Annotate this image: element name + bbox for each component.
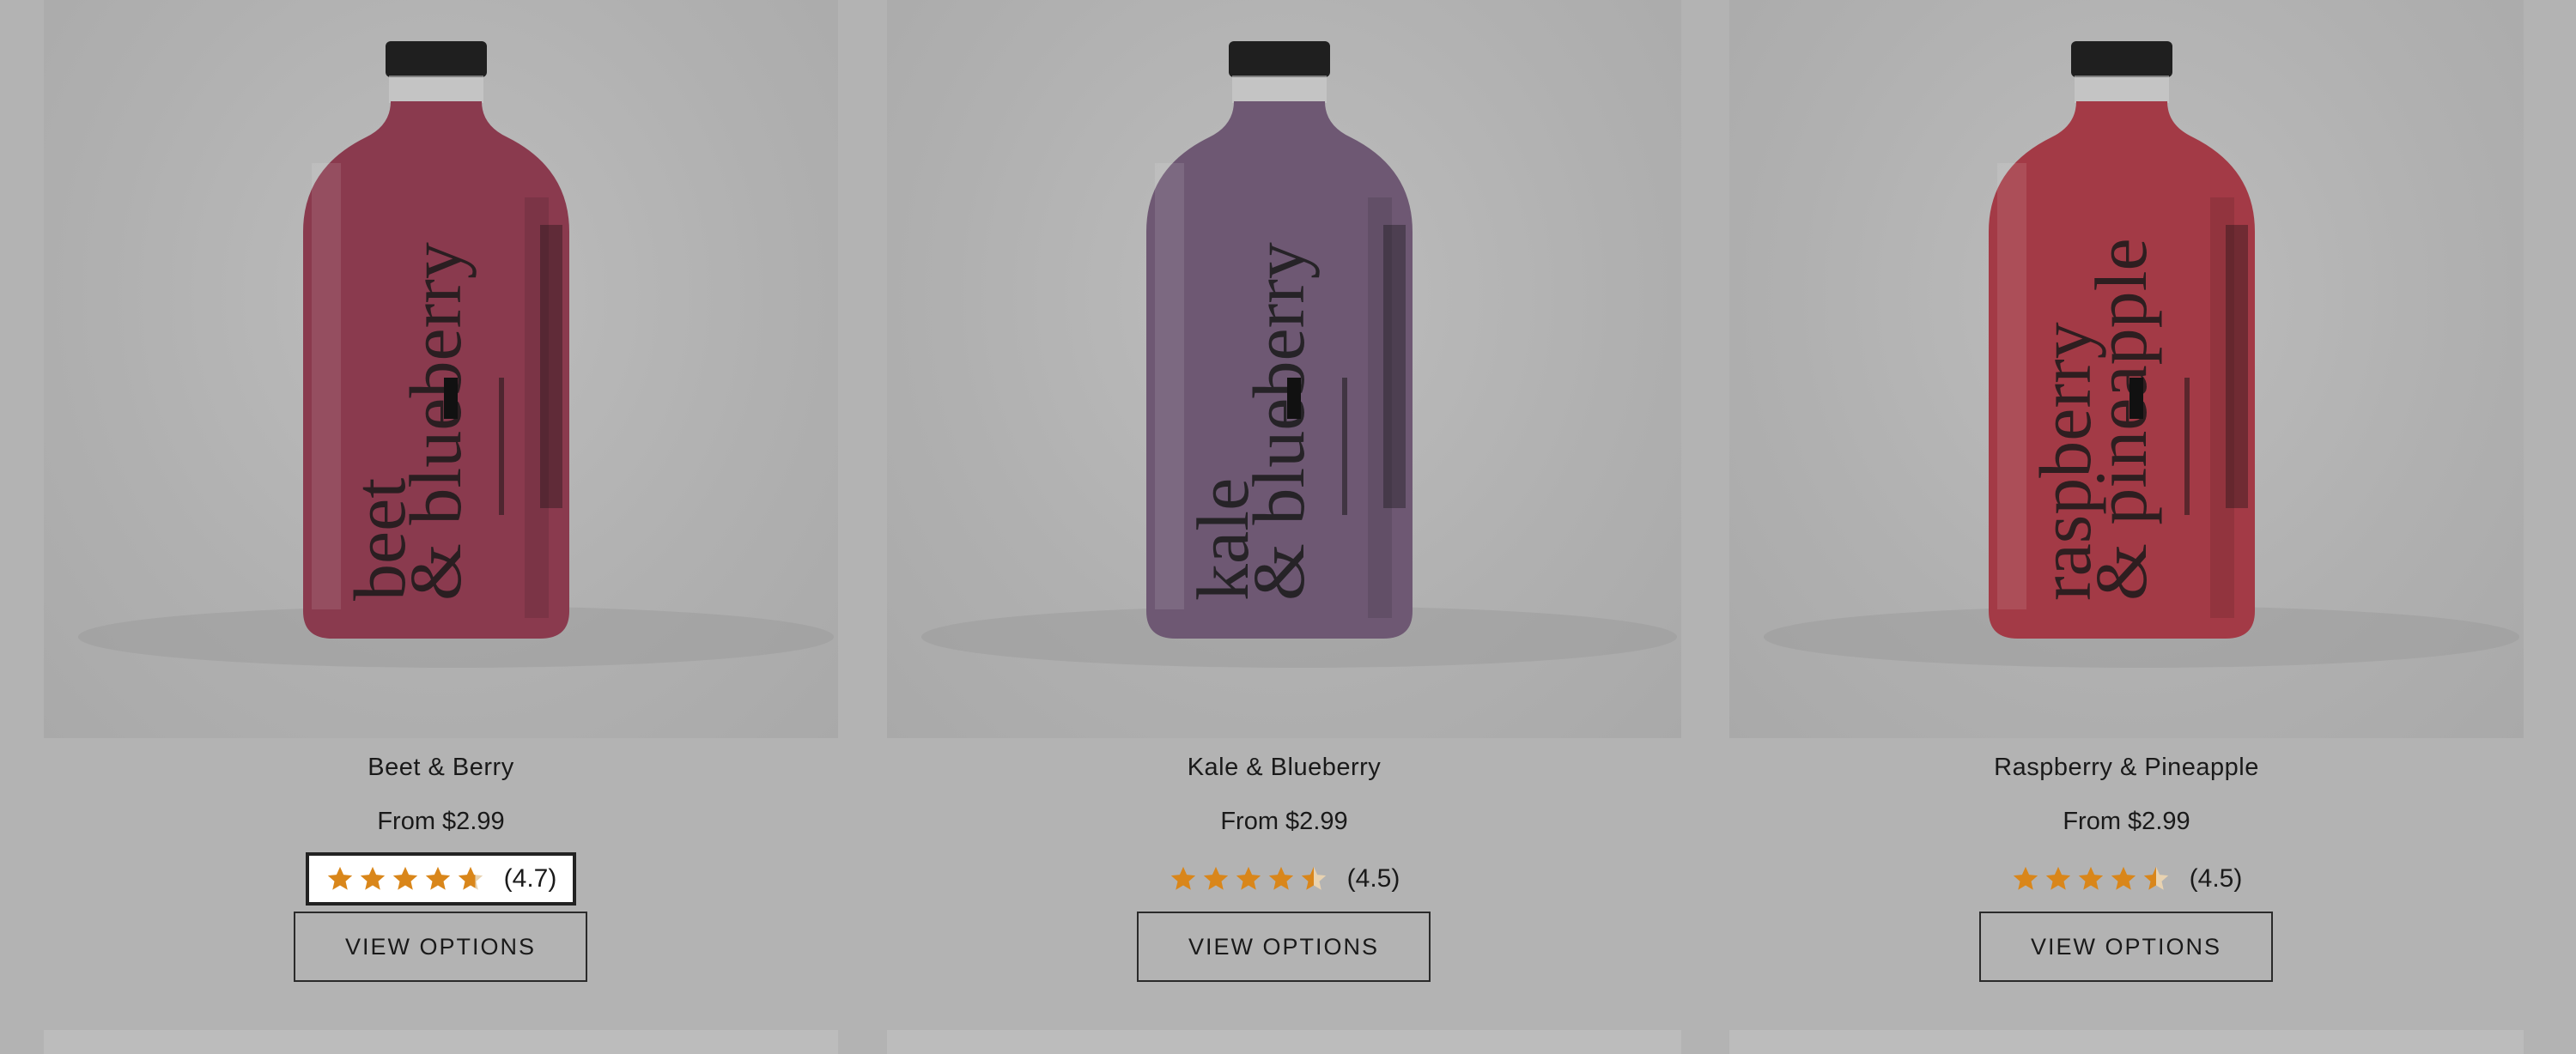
view-options-button[interactable]: VIEW OPTIONS (1137, 912, 1431, 982)
star-icon (2045, 866, 2070, 890)
svg-text:& blueberry: & blueberry (1237, 242, 1320, 601)
star-icon (2078, 866, 2103, 890)
product-card-next-row (887, 1030, 1681, 1054)
star-rating (2011, 864, 2174, 893)
rating-widget[interactable]: (4.5) (1991, 852, 2262, 906)
star-half-icon (458, 866, 483, 890)
star-icon (360, 866, 385, 890)
star-icon (1203, 866, 1228, 890)
rating-widget[interactable]: (4.5) (1149, 852, 1419, 906)
svg-text:& pineapple: & pineapple (2080, 238, 2162, 601)
star-icon (392, 866, 417, 890)
star-rating (325, 864, 489, 893)
product-price: From $2.99 (377, 808, 505, 835)
star-icon (1268, 866, 1293, 890)
product-price: From $2.99 (1220, 808, 1348, 835)
product-image[interactable]: raspberry & pineapple (1729, 0, 2524, 738)
product-card: raspberry & pineapple Raspberry & Pineap… (1729, 0, 2524, 996)
rating-count: (4.5) (1346, 864, 1400, 893)
star-icon (425, 866, 450, 890)
rating-count: (4.5) (2189, 864, 2243, 893)
star-icon (1236, 866, 1261, 890)
rating-widget[interactable]: (4.7) (306, 852, 576, 906)
bottle-illustration: kale & blueberry (921, 41, 1677, 668)
product-card-next-row (1729, 1030, 2524, 1054)
product-name[interactable]: Raspberry & Pineapple (1729, 754, 2524, 782)
star-half-icon (2143, 866, 2168, 890)
svg-text:& blueberry: & blueberry (394, 242, 477, 601)
product-card: beet & blueberry Beet & Berry From $2.99… (44, 0, 838, 996)
product-price: From $2.99 (2063, 808, 2190, 835)
product-card-next-row (44, 1030, 838, 1054)
star-icon (2013, 866, 2038, 890)
product-image[interactable]: kale & blueberry (887, 0, 1681, 738)
product-card: kale & blueberry Kale & Blueberry From $… (887, 0, 1681, 996)
product-grid: beet & blueberry Beet & Berry From $2.99… (0, 0, 2576, 1054)
view-options-button[interactable]: VIEW OPTIONS (1979, 912, 2273, 982)
star-icon (1170, 866, 1195, 890)
bottle-illustration: beet & blueberry (78, 41, 834, 668)
star-half-icon (1301, 866, 1326, 890)
product-name[interactable]: Beet & Berry (44, 754, 838, 782)
product-name[interactable]: Kale & Blueberry (887, 754, 1681, 782)
product-image[interactable]: beet & blueberry (44, 0, 838, 738)
view-options-button[interactable]: VIEW OPTIONS (294, 912, 587, 982)
rating-count: (4.7) (503, 864, 557, 893)
star-rating (1169, 864, 1332, 893)
bottle-illustration: raspberry & pineapple (1764, 41, 2519, 668)
star-icon (2111, 866, 2136, 890)
star-icon (327, 866, 352, 890)
